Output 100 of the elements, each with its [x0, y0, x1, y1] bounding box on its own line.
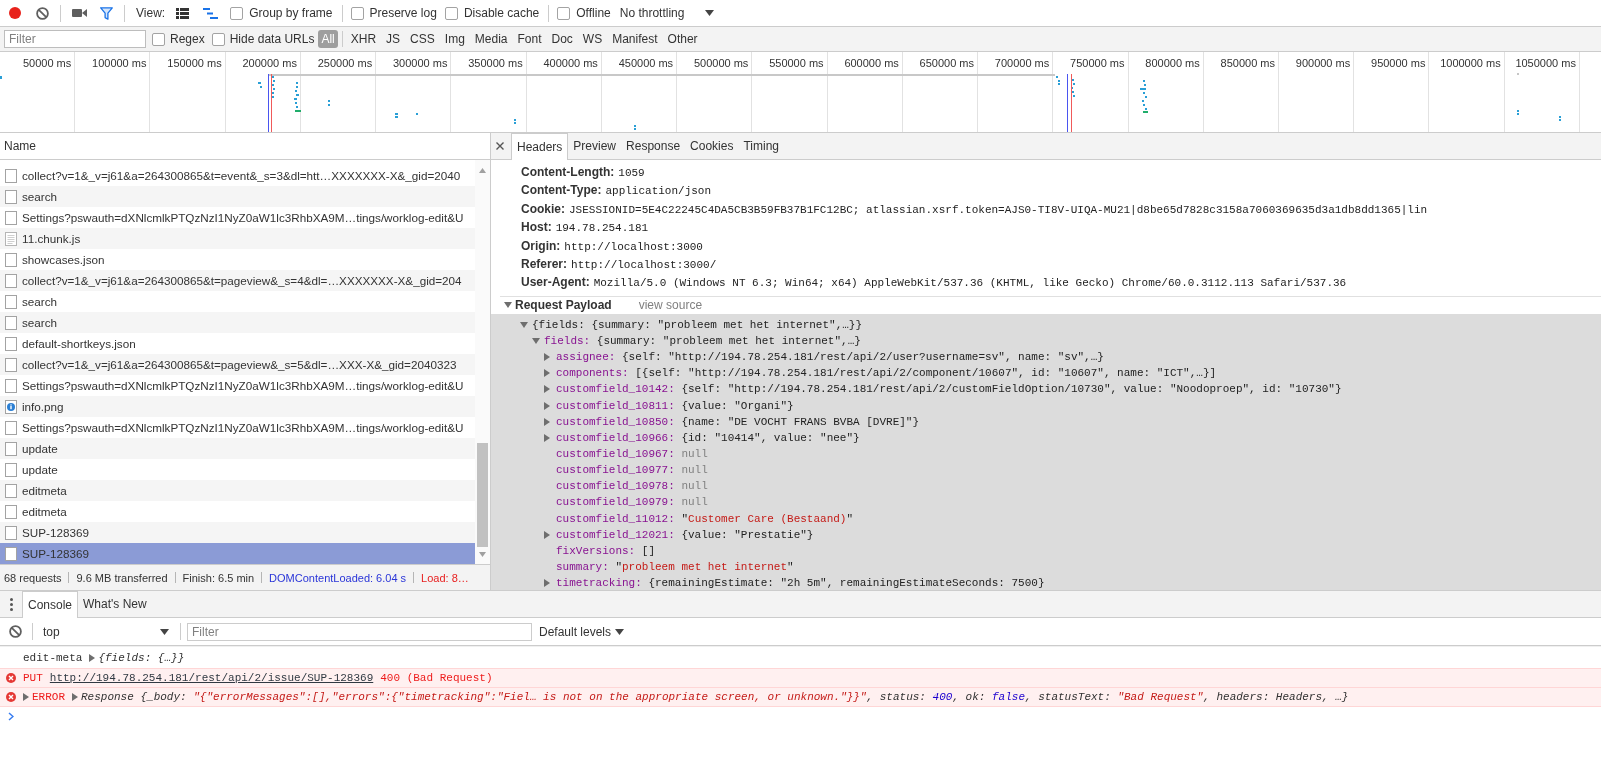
throttling-select[interactable]: No throttling [619, 6, 715, 20]
type-filter-button[interactable]: Font [514, 30, 545, 48]
type-filter-button[interactable]: Other [664, 30, 701, 48]
request-name: collect?v=1&_v=j61&a=264300865&t=pageview&_s=5&dl=…XXX-X&_gid=2040323 [22, 358, 457, 371]
caret-right-icon[interactable] [544, 385, 550, 394]
caret-right-icon[interactable] [544, 417, 550, 426]
tab[interactable]: What's New [78, 591, 152, 617]
video-camera-icon[interactable] [72, 8, 87, 18]
section-title[interactable]: Request Payload [515, 298, 612, 313]
column-header[interactable]: Name [4, 139, 36, 153]
caret-right-icon[interactable] [23, 693, 29, 701]
request-row[interactable]: search [0, 312, 475, 333]
request-row[interactable]: editmeta [0, 480, 475, 501]
menu-icon[interactable] [10, 597, 13, 611]
checkbox-label[interactable]: Group by frame [249, 6, 333, 20]
property-key: customfield_11012: [556, 512, 675, 525]
prompt-icon [8, 711, 14, 721]
filter-field[interactable]: Filter [4, 30, 146, 48]
caret-down-icon [705, 10, 715, 16]
waterfall-icon[interactable] [203, 7, 219, 19]
checkbox[interactable] [152, 32, 165, 46]
view-source-link[interactable]: view source [638, 298, 703, 313]
tab[interactable]: Response [621, 133, 686, 159]
type-filter-button[interactable]: Media [471, 30, 511, 48]
filter-icon[interactable] [100, 6, 113, 20]
tab[interactable]: Timing [738, 133, 784, 159]
request-name: SUP-128369 [22, 526, 89, 539]
type-filter-button[interactable]: Img [441, 30, 468, 48]
checkbox[interactable] [557, 6, 571, 20]
time-tick-label: 900000 ms [1295, 56, 1352, 71]
request-name: info.png [22, 400, 64, 413]
request-row[interactable]: collect?v=1&_v=j61&a=264300865&t=pageview&_s=4&dl=…XXXXXXX-X&_gid=204 [0, 270, 475, 291]
caret-down-icon[interactable] [504, 302, 512, 309]
request-row[interactable]: collect?v=1&_v=j61&a=264300865&t=pageview&_s=5&dl=…XXX-X&_gid=2040323 [0, 354, 475, 375]
type-filter-button[interactable]: JS [383, 30, 404, 48]
caret-right-icon[interactable] [544, 433, 550, 442]
record-icon[interactable] [9, 7, 21, 19]
view-label: View: [136, 6, 166, 20]
request-name: default-shortkeys.json [22, 337, 136, 350]
log-levels-select[interactable]: Default levels [539, 624, 625, 639]
caret-right-icon[interactable] [544, 369, 550, 378]
circle-slash-icon[interactable] [36, 6, 49, 20]
scrollbar[interactable] [475, 160, 490, 564]
request-row[interactable]: search [0, 186, 475, 207]
property-key: summary: [556, 561, 609, 573]
caret-down-icon[interactable] [520, 321, 528, 328]
request-row[interactable]: SUP-128369 [0, 543, 475, 564]
checkbox[interactable] [444, 6, 458, 20]
checkbox-label[interactable]: Regex [170, 32, 205, 46]
tab[interactable]: Cookies [685, 133, 739, 159]
request-row[interactable]: update [0, 438, 475, 459]
url-link[interactable]: http://194.78.254.181/rest/api/2/issue/SUP-128369 [49, 672, 374, 684]
object-preview[interactable]: Response {_body: "{"errorMessages":[],"errors":{"timetracking":"Fiel… is not on the appropriate screen, or unknown."}}", status: 400, ok: false, statusText: "Bad Request", headers: Headers, …} [81, 691, 1349, 703]
time-tick-label: 950000 ms [1371, 56, 1427, 71]
file-icon [5, 336, 17, 351]
scroll-up-icon[interactable] [479, 168, 486, 173]
type-filter-button[interactable]: CSS [407, 30, 438, 48]
tab[interactable]: Console [22, 591, 79, 618]
checkbox-label[interactable]: Preserve log [369, 6, 437, 20]
caret-right-icon[interactable] [544, 530, 550, 539]
caret-down-icon[interactable] [532, 338, 540, 345]
checkbox-label[interactable]: Disable cache [463, 6, 540, 20]
caret-right-icon[interactable] [89, 653, 96, 662]
checkbox[interactable] [211, 32, 225, 46]
property-value: {name: "DE VOCHT FRANS BVBA [DVRE]"} [681, 415, 920, 428]
request-row[interactable]: SUP-128369 [0, 522, 475, 543]
property-key: fixVersions: [556, 544, 636, 557]
property-key: customfield_10978: [556, 480, 675, 493]
header-value: application/json [605, 184, 712, 200]
checkbox[interactable] [350, 6, 364, 20]
tab[interactable]: Preview [568, 133, 622, 159]
checkbox-label[interactable]: Offline [576, 6, 611, 20]
type-filter-button[interactable]: Doc [548, 30, 576, 48]
checkbox-label[interactable]: Hide data URLs [229, 32, 315, 46]
time-tick-label: 100000 ms [92, 56, 148, 71]
property-value: "probleem met het internet" [615, 561, 794, 573]
context-select[interactable]: top [36, 621, 176, 642]
time-tick-label: 600000 ms [844, 56, 900, 71]
scrollbar-thumb[interactable] [477, 443, 488, 547]
type-filter-button[interactable]: XHR [347, 30, 380, 48]
list-icon[interactable] [176, 7, 190, 19]
filter-field[interactable]: Filter [187, 622, 532, 641]
tab[interactable]: Headers [511, 133, 569, 160]
caret-right-icon[interactable] [544, 579, 550, 588]
circle-slash-icon[interactable] [9, 625, 22, 638]
file-icon [5, 441, 17, 456]
type-filter-button[interactable]: WS [579, 30, 606, 48]
type-filter-button[interactable]: Manifest [609, 30, 661, 48]
time-tick-label: 850000 ms [1220, 56, 1276, 71]
caret-right-icon[interactable] [544, 353, 550, 362]
property-value: null [681, 480, 708, 493]
caret-right-icon[interactable] [72, 693, 78, 701]
request-row[interactable]: info.png [0, 396, 475, 417]
checkbox[interactable] [230, 6, 244, 20]
header-name: Host: [521, 219, 552, 237]
caret-right-icon[interactable] [544, 401, 550, 410]
close-icon[interactable] [496, 142, 504, 150]
request-row[interactable]: 11.chunk.js [0, 228, 475, 249]
scroll-down-icon[interactable] [479, 552, 486, 557]
object-preview[interactable]: {fields: {…}} [98, 651, 185, 664]
